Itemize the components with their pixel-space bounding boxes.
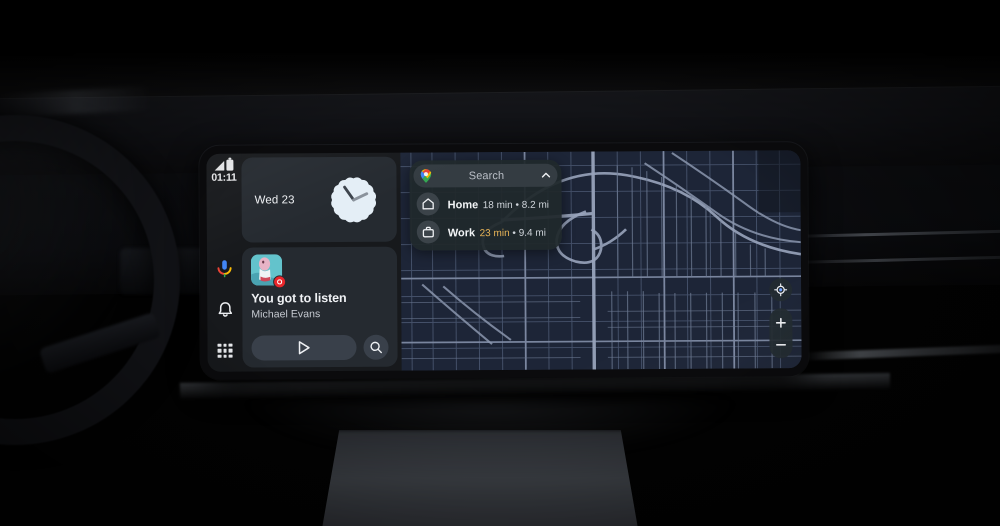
- destination-work-meta: 23 min • 9.4 mi: [480, 227, 546, 238]
- media-search-button[interactable]: [363, 334, 389, 360]
- infotainment-screen: 01:11 Wed 23 You got to listen Michael E…: [206, 150, 802, 372]
- minus-icon: [776, 343, 787, 346]
- sidebar-items: [214, 259, 235, 364]
- dashboard-trim-line-lower: [799, 343, 1000, 361]
- media-title: You got to listen: [251, 290, 347, 306]
- navigation-panel: Search Home 18 min • 8.2 mi Work 23 min …: [409, 159, 562, 251]
- play-button[interactable]: [251, 334, 357, 361]
- sidebar-item-assistant[interactable]: [214, 259, 234, 279]
- recording-badge-icon: [273, 275, 287, 289]
- status-bar: 01:11: [211, 159, 237, 184]
- album-art-wrapper: [250, 254, 287, 289]
- destination-home-text: Home 18 min • 8.2 mi: [448, 194, 549, 213]
- destination-work[interactable]: Work 23 min • 9.4 mi: [416, 220, 555, 244]
- search-icon: [370, 341, 382, 354]
- map-panel[interactable]: Search Home 18 min • 8.2 mi Work 23 min …: [400, 150, 802, 371]
- destination-home-eta: 18 min: [482, 199, 513, 211]
- destination-home-meta: 18 min • 8.2 mi: [483, 199, 549, 210]
- signal-bars-icon: [214, 160, 225, 171]
- destination-work-distance: 9.4 mi: [518, 227, 546, 239]
- app-grid-icon: [217, 343, 233, 358]
- map-search-placeholder: Search: [468, 169, 505, 182]
- media-artist: Michael Evans: [251, 307, 321, 321]
- destination-home-distance: 8.2 mi: [521, 199, 550, 211]
- destination-list: Home 18 min • 8.2 mi Work 23 min • 9.4 m…: [414, 187, 558, 244]
- destination-work-eta: 23 min: [479, 227, 510, 239]
- destination-home[interactable]: Home 18 min • 8.2 mi: [416, 192, 555, 216]
- microphone-icon: [217, 259, 232, 277]
- sidebar-item-apps[interactable]: [215, 341, 235, 361]
- clock-widget-card[interactable]: Wed 23: [241, 156, 397, 243]
- map-search-bar[interactable]: Search: [413, 163, 558, 188]
- infotainment-display-bezel: 01:11 Wed 23 You got to listen Michael E…: [199, 142, 809, 380]
- analog-clock-icon: [331, 176, 377, 222]
- sidebar: 01:11: [206, 153, 243, 372]
- destination-work-name: Work: [447, 226, 476, 239]
- status-time: 01:11: [211, 171, 237, 184]
- recenter-location-button[interactable]: [769, 278, 793, 302]
- google-maps-pin-icon: [420, 169, 432, 183]
- destination-work-sep: •: [509, 227, 519, 239]
- center-console: [320, 430, 640, 526]
- destination-home-sep: •: [512, 199, 522, 211]
- plus-icon: [775, 317, 786, 328]
- zoom-out-button[interactable]: [775, 338, 787, 350]
- battery-icon: [226, 159, 234, 171]
- destination-work-text: Work 23 min • 9.4 mi: [448, 222, 546, 241]
- recenter-location-icon: [774, 283, 788, 297]
- sidebar-item-notifications[interactable]: [215, 300, 235, 320]
- widget-column: Wed 23 You got to listen Michael Evans: [241, 153, 401, 372]
- map-zoom-controls: [769, 308, 793, 359]
- home-icon: [416, 192, 440, 216]
- media-controls: [251, 334, 389, 361]
- clock-date-label: Wed 23: [254, 193, 295, 207]
- zoom-in-button[interactable]: [775, 316, 787, 328]
- briefcase-icon: [416, 220, 440, 244]
- play-icon: [298, 341, 310, 355]
- media-widget-card[interactable]: You got to listen Michael Evans: [241, 246, 398, 368]
- status-icons: [214, 159, 234, 171]
- destination-home-name: Home: [447, 198, 479, 211]
- bell-icon: [218, 301, 232, 317]
- chevron-up-icon[interactable]: [540, 170, 551, 181]
